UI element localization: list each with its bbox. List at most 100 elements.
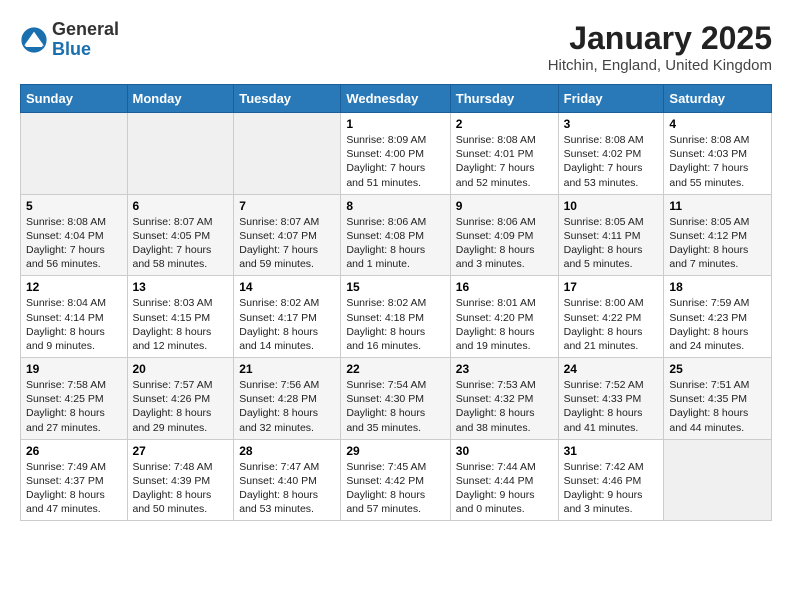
day-number: 10 bbox=[564, 199, 659, 213]
day-number: 5 bbox=[26, 199, 122, 213]
calendar-cell: 16 Sunrise: 8:01 AM Sunset: 4:20 PM Dayli… bbox=[450, 276, 558, 358]
week-row-1: 1 Sunrise: 8:09 AM Sunset: 4:00 PM Daylig… bbox=[21, 113, 772, 195]
logo: General Blue bbox=[20, 20, 119, 60]
day-number: 22 bbox=[346, 362, 444, 376]
day-number: 17 bbox=[564, 280, 659, 294]
day-info: Sunrise: 7:44 AM Sunset: 4:44 PM Dayligh… bbox=[456, 460, 553, 517]
week-row-2: 5 Sunrise: 8:08 AM Sunset: 4:04 PM Daylig… bbox=[21, 194, 772, 276]
day-number: 26 bbox=[26, 444, 122, 458]
calendar-cell: 5 Sunrise: 8:08 AM Sunset: 4:04 PM Daylig… bbox=[21, 194, 128, 276]
day-info: Sunrise: 8:05 AM Sunset: 4:11 PM Dayligh… bbox=[564, 215, 659, 272]
calendar-cell: 3 Sunrise: 8:08 AM Sunset: 4:02 PM Daylig… bbox=[558, 113, 664, 195]
day-info: Sunrise: 7:47 AM Sunset: 4:40 PM Dayligh… bbox=[239, 460, 335, 517]
day-number: 23 bbox=[456, 362, 553, 376]
day-number: 12 bbox=[26, 280, 122, 294]
day-number: 9 bbox=[456, 199, 553, 213]
day-info: Sunrise: 7:52 AM Sunset: 4:33 PM Dayligh… bbox=[564, 378, 659, 435]
calendar-cell: 14 Sunrise: 8:02 AM Sunset: 4:17 PM Dayli… bbox=[234, 276, 341, 358]
day-number: 7 bbox=[239, 199, 335, 213]
week-row-3: 12Sunrise: 8:04 AM Sunset: 4:14 PM Dayli… bbox=[21, 276, 772, 358]
day-info: Sunrise: 8:08 AM Sunset: 4:04 PM Dayligh… bbox=[26, 215, 122, 272]
day-number: 19 bbox=[26, 362, 122, 376]
logo-icon bbox=[20, 26, 48, 54]
day-number: 15 bbox=[346, 280, 444, 294]
calendar-cell: 26 Sunrise: 7:49 AM Sunset: 4:37 PM Dayli… bbox=[21, 439, 128, 521]
calendar-cell: 11Sunrise: 8:05 AM Sunset: 4:12 PM Dayli… bbox=[664, 194, 772, 276]
week-row-4: 19 Sunrise: 7:58 AM Sunset: 4:25 PM Dayli… bbox=[21, 358, 772, 440]
day-header-wednesday: Wednesday bbox=[341, 85, 450, 113]
day-info: Sunrise: 8:08 AM Sunset: 4:03 PM Dayligh… bbox=[669, 133, 766, 190]
day-info: Sunrise: 8:06 AM Sunset: 4:09 PM Dayligh… bbox=[456, 215, 553, 272]
calendar-cell: 18Sunrise: 7:59 AM Sunset: 4:23 PM Dayli… bbox=[664, 276, 772, 358]
calendar-cell: 30 Sunrise: 7:44 AM Sunset: 4:44 PM Dayli… bbox=[450, 439, 558, 521]
day-number: 4 bbox=[669, 117, 766, 131]
day-info: Sunrise: 7:48 AM Sunset: 4:39 PM Dayligh… bbox=[133, 460, 229, 517]
day-info: Sunrise: 7:58 AM Sunset: 4:25 PM Dayligh… bbox=[26, 378, 122, 435]
day-number: 18 bbox=[669, 280, 766, 294]
day-info: Sunrise: 8:01 AM Sunset: 4:20 PM Dayligh… bbox=[456, 296, 553, 353]
calendar-cell bbox=[127, 113, 234, 195]
day-number: 24 bbox=[564, 362, 659, 376]
day-info: Sunrise: 8:08 AM Sunset: 4:01 PM Dayligh… bbox=[456, 133, 553, 190]
calendar-cell: 21Sunrise: 7:56 AM Sunset: 4:28 PM Dayli… bbox=[234, 358, 341, 440]
day-info: Sunrise: 8:02 AM Sunset: 4:17 PM Dayligh… bbox=[239, 296, 335, 353]
day-number: 27 bbox=[133, 444, 229, 458]
day-info: Sunrise: 8:07 AM Sunset: 4:05 PM Dayligh… bbox=[133, 215, 229, 272]
calendar-cell: 2 Sunrise: 8:08 AM Sunset: 4:01 PM Daylig… bbox=[450, 113, 558, 195]
day-number: 28 bbox=[239, 444, 335, 458]
calendar-cell: 29Sunrise: 7:45 AM Sunset: 4:42 PM Dayli… bbox=[341, 439, 450, 521]
calendar-table: SundayMondayTuesdayWednesdayThursdayFrid… bbox=[20, 84, 772, 521]
day-number: 13 bbox=[133, 280, 229, 294]
day-header-friday: Friday bbox=[558, 85, 664, 113]
day-info: Sunrise: 8:02 AM Sunset: 4:18 PM Dayligh… bbox=[346, 296, 444, 353]
calendar-cell: 31 Sunrise: 7:42 AM Sunset: 4:46 PM Dayli… bbox=[558, 439, 664, 521]
logo-text: General Blue bbox=[52, 20, 119, 60]
day-number: 31 bbox=[564, 444, 659, 458]
day-info: Sunrise: 8:09 AM Sunset: 4:00 PM Dayligh… bbox=[346, 133, 444, 190]
day-info: Sunrise: 7:45 AM Sunset: 4:42 PM Dayligh… bbox=[346, 460, 444, 517]
calendar-cell: 25Sunrise: 7:51 AM Sunset: 4:35 PM Dayli… bbox=[664, 358, 772, 440]
day-header-tuesday: Tuesday bbox=[234, 85, 341, 113]
calendar-cell bbox=[21, 113, 128, 195]
day-info: Sunrise: 7:53 AM Sunset: 4:32 PM Dayligh… bbox=[456, 378, 553, 435]
day-info: Sunrise: 7:56 AM Sunset: 4:28 PM Dayligh… bbox=[239, 378, 335, 435]
day-number: 8 bbox=[346, 199, 444, 213]
calendar-cell: 28 Sunrise: 7:47 AM Sunset: 4:40 PM Dayli… bbox=[234, 439, 341, 521]
calendar-cell: 6 Sunrise: 8:07 AM Sunset: 4:05 PM Daylig… bbox=[127, 194, 234, 276]
day-info: Sunrise: 7:42 AM Sunset: 4:46 PM Dayligh… bbox=[564, 460, 659, 517]
day-info: Sunrise: 7:49 AM Sunset: 4:37 PM Dayligh… bbox=[26, 460, 122, 517]
day-info: Sunrise: 8:03 AM Sunset: 4:15 PM Dayligh… bbox=[133, 296, 229, 353]
day-info: Sunrise: 7:54 AM Sunset: 4:30 PM Dayligh… bbox=[346, 378, 444, 435]
day-info: Sunrise: 8:00 AM Sunset: 4:22 PM Dayligh… bbox=[564, 296, 659, 353]
calendar-cell bbox=[234, 113, 341, 195]
calendar-cell: 1 Sunrise: 8:09 AM Sunset: 4:00 PM Daylig… bbox=[341, 113, 450, 195]
week-row-5: 26 Sunrise: 7:49 AM Sunset: 4:37 PM Dayli… bbox=[21, 439, 772, 521]
month-title: January 2025 bbox=[548, 20, 772, 57]
day-header-thursday: Thursday bbox=[450, 85, 558, 113]
calendar-cell: 13 Sunrise: 8:03 AM Sunset: 4:15 PM Dayli… bbox=[127, 276, 234, 358]
day-number: 1 bbox=[346, 117, 444, 131]
day-number: 3 bbox=[564, 117, 659, 131]
day-header-sunday: Sunday bbox=[21, 85, 128, 113]
calendar-cell: 20Sunrise: 7:57 AM Sunset: 4:26 PM Dayli… bbox=[127, 358, 234, 440]
days-header-row: SundayMondayTuesdayWednesdayThursdayFrid… bbox=[21, 85, 772, 113]
day-number: 6 bbox=[133, 199, 229, 213]
day-info: Sunrise: 8:08 AM Sunset: 4:02 PM Dayligh… bbox=[564, 133, 659, 190]
calendar-cell: 7Sunrise: 8:07 AM Sunset: 4:07 PM Daylig… bbox=[234, 194, 341, 276]
location: Hitchin, England, United Kingdom bbox=[548, 57, 772, 74]
day-info: Sunrise: 8:06 AM Sunset: 4:08 PM Dayligh… bbox=[346, 215, 444, 272]
day-number: 30 bbox=[456, 444, 553, 458]
calendar-cell: 8 Sunrise: 8:06 AM Sunset: 4:08 PM Daylig… bbox=[341, 194, 450, 276]
calendar-cell: 12Sunrise: 8:04 AM Sunset: 4:14 PM Dayli… bbox=[21, 276, 128, 358]
calendar-cell: 19 Sunrise: 7:58 AM Sunset: 4:25 PM Dayli… bbox=[21, 358, 128, 440]
calendar-cell: 4 Sunrise: 8:08 AM Sunset: 4:03 PM Daylig… bbox=[664, 113, 772, 195]
day-number: 16 bbox=[456, 280, 553, 294]
day-header-monday: Monday bbox=[127, 85, 234, 113]
day-number: 2 bbox=[456, 117, 553, 131]
calendar-cell: 23 Sunrise: 7:53 AM Sunset: 4:32 PM Dayli… bbox=[450, 358, 558, 440]
day-number: 14 bbox=[239, 280, 335, 294]
logo-blue: Blue bbox=[52, 40, 119, 60]
day-number: 25 bbox=[669, 362, 766, 376]
title-block: January 2025 Hitchin, England, United Ki… bbox=[548, 20, 772, 74]
calendar-cell: 15 Sunrise: 8:02 AM Sunset: 4:18 PM Dayli… bbox=[341, 276, 450, 358]
